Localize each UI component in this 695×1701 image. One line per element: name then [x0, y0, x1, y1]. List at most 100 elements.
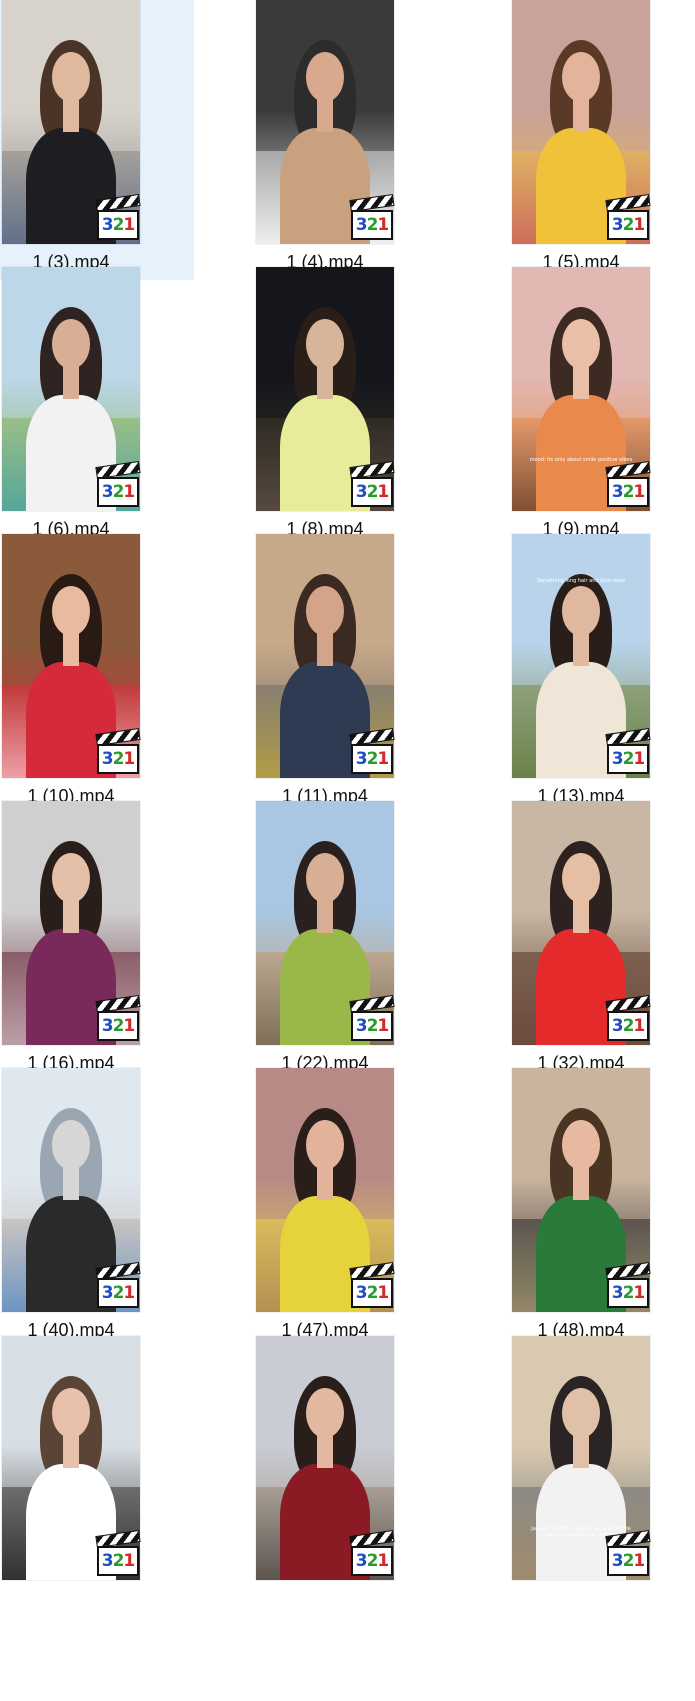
person-neck [63, 632, 79, 666]
clapperboard-321-label: 321 [607, 1546, 649, 1576]
badge-digit: 2 [112, 1551, 125, 1571]
person-neck [317, 1166, 333, 1200]
person-face [562, 586, 600, 636]
badge-digit: 1 [377, 749, 389, 769]
badge-digit: 3 [355, 482, 368, 502]
badge-digit: 3 [355, 749, 368, 769]
person-face [562, 1388, 600, 1438]
file-item[interactable]: 3211 (40).mp4 [0, 1068, 194, 1348]
badge-digit: 2 [622, 1551, 635, 1571]
file-item[interactable]: 3211 (32).mp4 [468, 801, 678, 1081]
media-player-classic-clapperboard-icon: 321 [605, 1529, 652, 1580]
clapperboard-321-label: 321 [351, 477, 393, 507]
badge-digit: 3 [355, 1551, 368, 1571]
person-face [306, 1388, 344, 1438]
badge-digit: 1 [633, 1016, 645, 1036]
person-face [306, 586, 344, 636]
clapperboard-321-label: 321 [351, 1546, 393, 1576]
file-item[interactable]: 3211 (10).mp4 [0, 534, 194, 814]
file-item[interactable]: 3211 (5).mp4 [468, 0, 678, 280]
badge-digit: 3 [101, 215, 114, 235]
clapperboard-321-label: 321 [97, 210, 139, 240]
badge-digit: 2 [366, 1551, 379, 1571]
badge-digit: 1 [123, 482, 135, 502]
badge-digit: 1 [633, 749, 645, 769]
person-face [52, 853, 90, 903]
media-player-classic-clapperboard-icon: 321 [95, 1261, 142, 1312]
badge-digit: 1 [123, 1551, 135, 1571]
badge-digit: 1 [123, 215, 135, 235]
clapperboard-321-label: 321 [607, 1011, 649, 1041]
clapperboard-321-label: 321 [351, 210, 393, 240]
file-item[interactable]: Something long hair and blue skies 3 2 1 1 (… [468, 534, 678, 814]
media-player-classic-clapperboard-icon: 321 [95, 460, 142, 511]
person-face [562, 853, 600, 903]
badge-digit: 2 [366, 1016, 379, 1036]
file-item[interactable]: 3211 (11).mp4 [212, 534, 422, 814]
media-player-classic-clapperboard-icon: 321 [95, 727, 142, 778]
file-item[interactable]: 321 [0, 1336, 194, 1616]
badge-digit: 2 [112, 482, 125, 502]
person-neck [573, 98, 589, 132]
badge-digit: 1 [377, 1551, 389, 1571]
clapperboard-321-label: 321 [97, 1546, 139, 1576]
file-item[interactable]: 3211 (48).mp4 [468, 1068, 678, 1348]
clapperboard-321-label: 321 [607, 210, 649, 240]
person-neck [63, 1434, 79, 1468]
file-item[interactable]: mood: its only about smile positive vibe… [468, 267, 678, 547]
badge-digit: 3 [611, 215, 624, 235]
person-face [52, 586, 90, 636]
person-face [562, 1120, 600, 1170]
media-player-classic-clapperboard-icon: 321 [605, 460, 652, 511]
person-face [306, 319, 344, 369]
badge-digit: 3 [611, 1016, 624, 1036]
badge-digit: 3 [101, 1551, 114, 1571]
file-item[interactable]: 3211 (6).mp4 [0, 267, 194, 547]
file-item[interactable]: 3211 (3).mp4 [0, 0, 194, 280]
file-item[interactable]: 3211 (8).mp4 [212, 267, 422, 547]
badge-digit: 3 [611, 1551, 624, 1571]
badge-digit: 1 [633, 1283, 645, 1303]
file-item[interactable]: 3211 (47).mp4 [212, 1068, 422, 1348]
badge-digit: 2 [112, 1283, 125, 1303]
clapperboard-321-label: 321 [97, 1011, 139, 1041]
badge-digit: 3 [101, 482, 114, 502]
person-neck [317, 98, 333, 132]
file-item[interactable]: Jaa rahi hu Boss Lady ko apne paanchle n… [468, 1336, 678, 1616]
person-neck [573, 365, 589, 399]
clapperboard-321-label: 321 [351, 1278, 393, 1308]
media-player-classic-clapperboard-icon: 321 [349, 1261, 396, 1312]
clapperboard-321-label: 321 [97, 744, 139, 774]
media-player-classic-clapperboard-icon: 321 [95, 994, 142, 1045]
file-item[interactable]: 3211 (16).mp4 [0, 801, 194, 1081]
person-neck [317, 365, 333, 399]
badge-digit: 2 [622, 482, 635, 502]
badge-digit: 1 [633, 1551, 645, 1571]
person-face [52, 1120, 90, 1170]
person-face [306, 1120, 344, 1170]
badge-digit: 2 [622, 215, 635, 235]
badge-digit: 1 [377, 1283, 389, 1303]
badge-digit: 1 [123, 749, 135, 769]
file-item[interactable]: 3211 (22).mp4 [212, 801, 422, 1081]
person-neck [317, 1434, 333, 1468]
person-face [52, 1388, 90, 1438]
person-neck [573, 1434, 589, 1468]
badge-digit: 2 [622, 1016, 635, 1036]
media-player-classic-clapperboard-icon: 321 [95, 193, 142, 244]
clapperboard-321-label: 321 [607, 744, 649, 774]
person-neck [63, 1166, 79, 1200]
person-neck [573, 1166, 589, 1200]
person-neck [573, 632, 589, 666]
person-neck [63, 899, 79, 933]
file-item[interactable]: 3211 (4).mp4 [212, 0, 422, 280]
badge-digit: 3 [101, 749, 114, 769]
badge-digit: 2 [366, 215, 379, 235]
media-player-classic-clapperboard-icon: 321 [605, 727, 652, 778]
file-item[interactable]: 321 [212, 1336, 422, 1616]
person-face [52, 52, 90, 102]
badge-digit: 2 [622, 1283, 635, 1303]
media-player-classic-clapperboard-icon: 321 [605, 1261, 652, 1312]
badge-digit: 3 [101, 1283, 114, 1303]
badge-digit: 2 [366, 482, 379, 502]
